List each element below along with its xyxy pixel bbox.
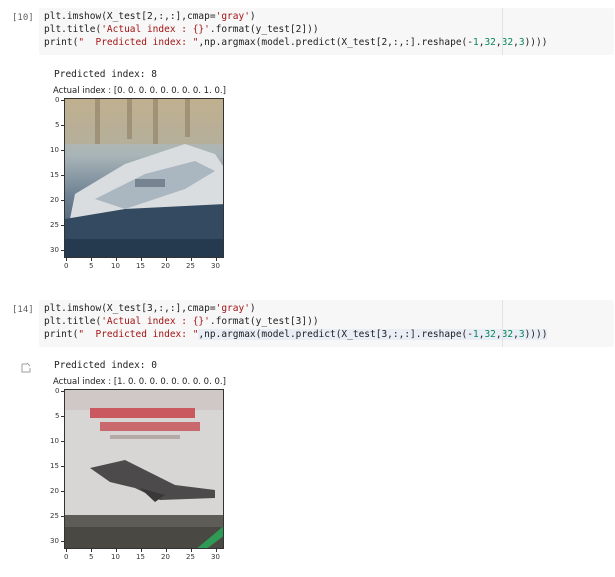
y-tick: 15 <box>50 462 59 470</box>
cell-prompt-label: [14] <box>12 305 34 315</box>
x-tick: 30 <box>211 553 220 561</box>
image-axes <box>64 389 224 549</box>
y-tick: 10 <box>50 437 59 445</box>
code-editor[interactable]: plt.imshow(X_test[2,:,:],cmap='gray') pl… <box>39 8 614 55</box>
cell-prompt: [10] <box>12 13 34 23</box>
output-icon[interactable] <box>20 362 32 374</box>
airplane-image <box>65 390 223 548</box>
ruler-line <box>502 8 503 55</box>
image-axes <box>64 98 224 258</box>
x-tick: 15 <box>136 553 145 561</box>
plot-title: Actual index : [0. 0. 0. 0. 0. 0. 0. 0. … <box>53 86 226 96</box>
code-line: print(" Predicted index: ",np.argmax(mod… <box>44 37 548 48</box>
x-tick: 10 <box>111 262 120 270</box>
output-text: Predicted index: 8 <box>54 69 157 80</box>
y-tick: 30 <box>50 246 59 254</box>
x-tick: 5 <box>89 553 94 561</box>
y-tick: 30 <box>50 537 59 545</box>
output-text: Predicted index: 0 <box>54 360 157 371</box>
ruler-line <box>502 300 503 347</box>
y-tick: 25 <box>50 512 59 520</box>
y-tick: 0 <box>55 387 60 395</box>
x-tick: 25 <box>186 553 195 561</box>
x-tick: 20 <box>161 553 170 561</box>
code-line: plt.imshow(X_test[3,:,:],cmap='gray') <box>44 303 256 314</box>
code-editor[interactable]: plt.imshow(X_test[3,:,:],cmap='gray') pl… <box>39 300 614 347</box>
x-tick: 0 <box>64 553 69 561</box>
y-tick: 5 <box>55 121 60 129</box>
code-line: plt.title('Actual index : {}'.format(y_t… <box>44 24 319 35</box>
ship-image <box>65 99 223 257</box>
code-line: plt.title('Actual index : {}'.format(y_t… <box>44 316 319 327</box>
x-tick: 30 <box>211 262 220 270</box>
x-tick: 15 <box>136 262 145 270</box>
code-line: plt.imshow(X_test[2,:,:],cmap='gray') <box>44 11 256 22</box>
plot-title: Actual index : [1. 0. 0. 0. 0. 0. 0. 0. … <box>53 377 226 387</box>
x-tick: 10 <box>111 553 120 561</box>
y-tick: 0 <box>55 96 60 104</box>
x-tick: 5 <box>89 262 94 270</box>
code-line: print(" Predicted index: ",np.argmax(mod… <box>44 329 548 340</box>
y-tick: 15 <box>50 171 59 179</box>
y-tick: 5 <box>55 412 60 420</box>
y-tick: 25 <box>50 221 59 229</box>
x-tick: 20 <box>161 262 170 270</box>
x-tick: 25 <box>186 262 195 270</box>
y-tick: 20 <box>50 487 59 495</box>
y-tick: 10 <box>50 146 59 154</box>
cell-prompt[interactable]: [14] <box>12 305 34 315</box>
y-tick: 20 <box>50 196 59 204</box>
x-tick: 0 <box>64 262 69 270</box>
